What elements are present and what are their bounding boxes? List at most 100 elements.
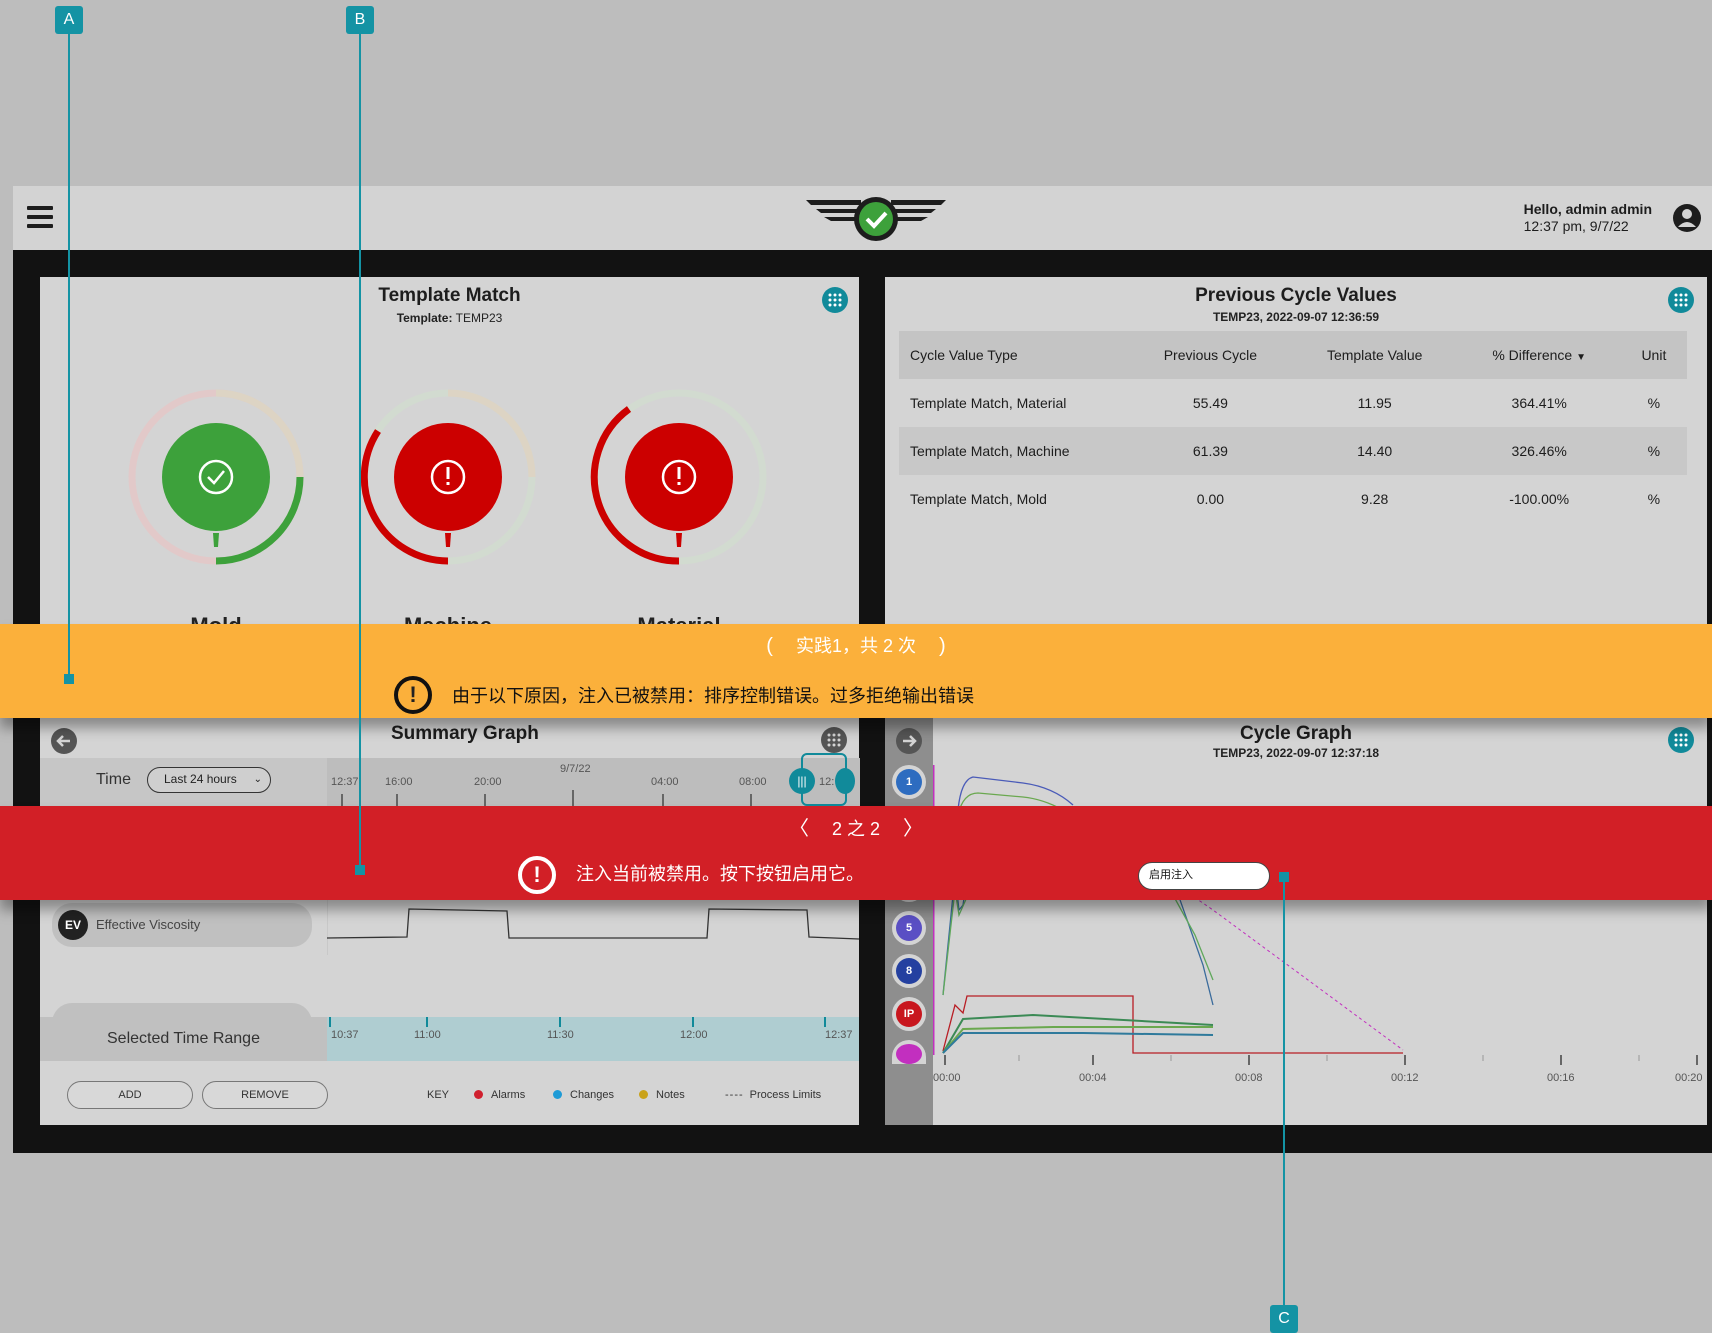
time-range-row: Time Last 24 hours ⌄ 12:37 16:00 20:00 9… [40, 753, 860, 806]
cycle-graph-panel: Cycle Graph TEMP23, 2022-09-07 12:37:18 … [885, 715, 1707, 1125]
callout-b-line [359, 34, 361, 869]
cell: 9.28 [1361, 491, 1389, 507]
template-label: Template: [396, 311, 453, 325]
material-gauge[interactable] [589, 387, 769, 567]
table-row: Template Match, Material 55.49 11.95 364… [899, 379, 1687, 427]
sensor-button-5[interactable]: 5 [892, 911, 926, 945]
tick-label: 00:08 [1235, 1072, 1263, 1084]
sensor-label: 5 [896, 915, 922, 941]
sensor-label: IP [896, 1001, 922, 1027]
effective-viscosity-trace [327, 895, 859, 955]
column-header[interactable]: Unit [1620, 331, 1687, 379]
cycle-graph-axis: 00:00 00:04 00:08 00:12 00:16 00:20 [933, 1055, 1707, 1125]
menu-icon[interactable] [27, 206, 53, 228]
column-header-label: % Difference [1492, 347, 1573, 363]
column-header[interactable]: Cycle Value Type [899, 331, 1129, 379]
pager-prev-button[interactable]: 〈 [789, 812, 809, 841]
greeting: Hello, admin admin [1523, 201, 1652, 217]
add-button[interactable]: ADD [67, 1081, 193, 1109]
selected-range-ticks [329, 1017, 826, 1027]
warning-icon: ! [394, 676, 432, 714]
panel-menu-button[interactable] [1668, 727, 1694, 753]
tick-label: 11:30 [547, 1029, 574, 1041]
remove-button[interactable]: REMOVE [202, 1081, 328, 1109]
chevron-down-icon: ⌄ [253, 774, 262, 785]
callout-c-tag: C [1270, 1305, 1298, 1333]
tick-label: 00:16 [1547, 1072, 1575, 1084]
table-row: Template Match, Mold 0.00 9.28 -100.00% … [899, 475, 1687, 523]
mold-gauge[interactable] [126, 387, 306, 567]
pager-next-button[interactable]: 〉 [903, 812, 923, 841]
callout-a-tag: A [55, 6, 83, 34]
tick-label: 00:00 [933, 1072, 961, 1084]
sensor-label: 8 [896, 958, 922, 984]
sort-descending-icon: ▼ [1576, 352, 1587, 363]
cell: Template Match, Mold [910, 491, 1047, 507]
tick-label: 20:00 [474, 776, 502, 788]
range-handle-left[interactable]: ||| [789, 768, 815, 794]
key-item-notes: Notes [639, 1089, 685, 1101]
back-arrow-icon[interactable] [50, 727, 78, 755]
warning-banner: ( 实践1，共 2 次 ) ! 由于以下原因，注入已被禁用：排序控制错误。过多拒… [0, 624, 1712, 718]
key-item-alarms: Alarms [474, 1089, 525, 1101]
column-header[interactable]: Template Value [1291, 331, 1458, 379]
sensor-button-ip[interactable]: IP [892, 997, 926, 1031]
tick-label: 00:04 [1079, 1072, 1107, 1084]
changes-dot-icon [553, 1090, 562, 1099]
grid-icon [828, 293, 842, 307]
callout-a-marker [64, 674, 74, 684]
cell: % [1647, 491, 1661, 507]
cell: % [1620, 427, 1687, 475]
panel-menu-button[interactable] [1668, 287, 1694, 313]
axis-ticks [944, 1055, 1698, 1065]
dashed-line-icon: ---- [725, 1089, 744, 1101]
selected-range-area: Selected Time Range [40, 1017, 327, 1061]
selected-range-label: Selected Time Range [107, 1030, 260, 1047]
range-handle-right[interactable] [835, 768, 855, 794]
cell: -100.00% [1509, 491, 1570, 507]
sensor-button-8[interactable]: 8 [892, 954, 926, 988]
cell: 0.00 [1196, 491, 1225, 507]
tick-label: 04:00 [651, 776, 679, 788]
enable-injection-button[interactable]: 启用注入 [1138, 862, 1270, 890]
pager-text: 2 之 2 [831, 819, 881, 839]
panel-menu-button[interactable] [822, 287, 848, 313]
tick-label: 12:37 [825, 1029, 853, 1041]
panel-subtitle: TEMP23, 2022-09-07 12:36:59 [1212, 310, 1380, 324]
pager-next-button[interactable]: ) [939, 635, 946, 658]
tick-label: 16:00 [385, 776, 413, 788]
summary-graph-panel: Summary Graph Time Last 24 hours ⌄ 12:37… [40, 715, 860, 1125]
app-header: Hello, admin admin 12:37 pm, 9/7/22 [13, 186, 1712, 260]
alert-banner: 〈 2 之 2 〉 ! 注入当前被禁用。按下按钮启用它。 [0, 806, 1712, 900]
column-header-sorted[interactable]: % Difference ▼ [1457, 331, 1621, 379]
panel-title: Template Match [378, 285, 521, 306]
alarm-dot-icon [474, 1090, 483, 1099]
cell: 61.39 [1129, 427, 1292, 475]
user-info: Hello, admin admin 12:37 pm, 9/7/22 [1524, 201, 1652, 235]
selected-range-timeline[interactable]: 10:37 11:00 11:30 12:00 12:37 [327, 1017, 859, 1061]
callout-a-line [68, 34, 70, 679]
tick-label: 10:37 [331, 1029, 359, 1041]
template-match-panel: Template Match Template: TEMP23 [40, 277, 859, 647]
series-toggle-ev[interactable]: EV Effective Viscosity [52, 903, 312, 947]
pager-prev-button[interactable]: ( [766, 635, 773, 658]
time-range-select[interactable]: Last 24 hours ⌄ [147, 767, 271, 793]
grid-icon [1674, 733, 1688, 747]
panel-menu-button[interactable] [821, 727, 847, 753]
user-account-icon[interactable] [1672, 203, 1702, 233]
series-label: Effective Viscosity [96, 917, 201, 932]
column-header[interactable]: Previous Cycle [1129, 331, 1292, 379]
cell: 364.41% [1511, 395, 1567, 411]
key-item-label: Process Limits [749, 1089, 822, 1101]
cycle-values-table: Cycle Value Type Previous Cycle Template… [899, 331, 1687, 523]
warning-pager: ( 实践1，共 2 次 ) [0, 632, 1712, 658]
timeline-top[interactable]: 12:37 16:00 20:00 9/7/22 04:00 08:00 12:… [327, 753, 860, 806]
table-header-row: Cycle Value Type Previous Cycle Template… [899, 331, 1687, 379]
panel-subtitle: Template: TEMP23 [40, 311, 859, 325]
timeline-ticks [341, 790, 752, 806]
machine-gauge[interactable] [358, 387, 538, 567]
sensor-button-1[interactable]: 1 [892, 765, 926, 799]
alert-message: 注入当前被禁用。按下按钮启用它。 [576, 864, 864, 884]
callout-c-line [1283, 877, 1285, 1307]
key-item-label: Changes [570, 1089, 615, 1101]
